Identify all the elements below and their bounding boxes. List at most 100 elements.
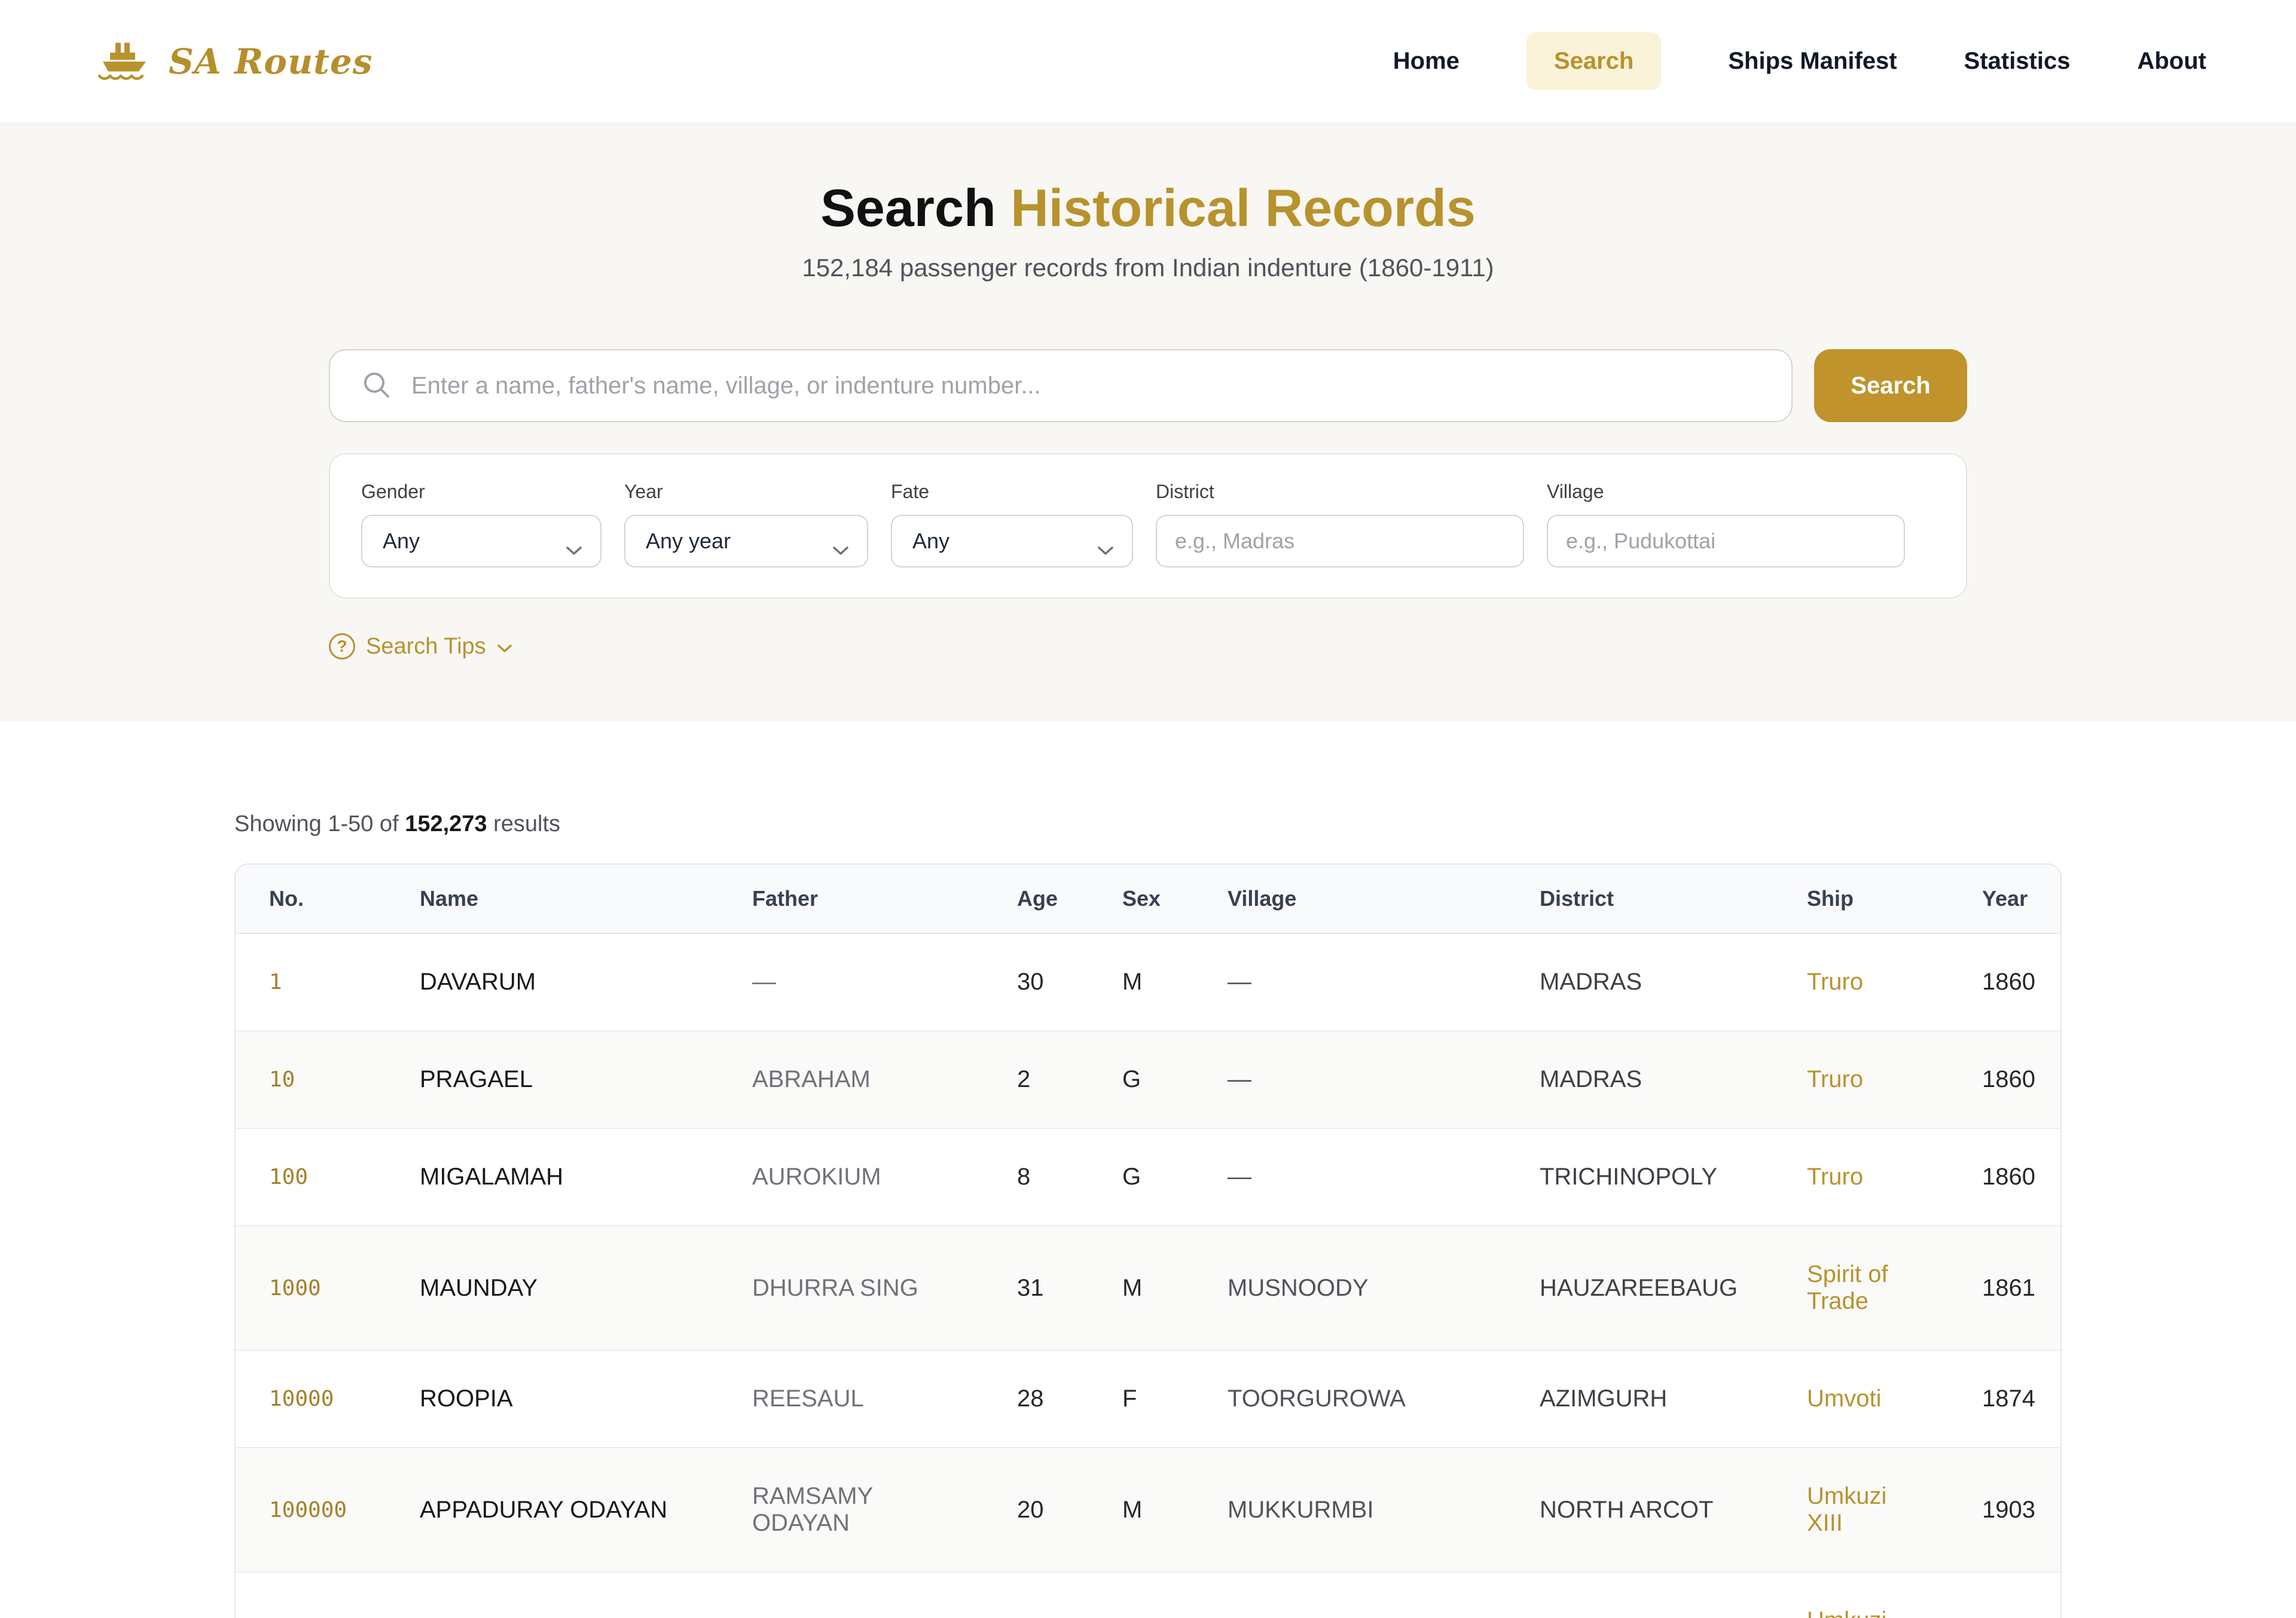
table-header-row: No.NameFatherAgeSexVillageDistrictShipYe… (236, 865, 2060, 934)
cell-ship[interactable]: Spirit of Trade (1807, 1225, 1982, 1350)
column-header-name: Name (420, 865, 752, 934)
filter-group-district: District (1156, 481, 1524, 567)
cell-year: 1860 (1982, 934, 2060, 1030)
brand-logo[interactable]: SA Routes (96, 38, 373, 84)
page-subtitle: 152,184 passenger records from Indian in… (0, 254, 2296, 282)
filter-label: District (1156, 481, 1524, 503)
cell-no[interactable]: 10 (236, 1030, 420, 1128)
cell-name: MIGALAMAH (420, 1128, 752, 1225)
search-button[interactable]: Search (1814, 349, 1967, 422)
cell-ship[interactable]: Truro (1807, 934, 1982, 1030)
cell-year: 1861 (1982, 1225, 2060, 1350)
magnifier-icon (361, 370, 392, 404)
filter-label: Year (624, 481, 868, 503)
nav-item-ships-manifest[interactable]: Ships Manifest (1728, 48, 1897, 75)
cell-father: RAMSAMY ODAYAN (752, 1447, 1017, 1571)
table-row[interactable]: Umkuzi (236, 1571, 2060, 1618)
cell-father (752, 1571, 1017, 1618)
search-input[interactable] (329, 349, 1793, 422)
results-summary-prefix: Showing 1-50 of (234, 811, 405, 837)
column-header-no: No. (236, 865, 420, 934)
cell-father: AUROKIUM (752, 1128, 1017, 1225)
page-title-prefix: Search (820, 178, 996, 237)
column-header-age: Age (1017, 865, 1122, 934)
village-input[interactable] (1547, 515, 1905, 567)
results-table-card: No.NameFatherAgeSexVillageDistrictShipYe… (234, 863, 2062, 1618)
filter-label: Fate (891, 481, 1133, 503)
cell-village: — (1228, 1030, 1540, 1128)
cell-district: NORTH ARCOT (1540, 1447, 1807, 1571)
nav-item-search[interactable]: Search (1526, 32, 1661, 90)
table-row[interactable]: 100MIGALAMAHAUROKIUM8G—TRICHINOPOLYTruro… (236, 1128, 2060, 1225)
chevron-down-icon (832, 536, 849, 561)
cell-no[interactable]: 100000 (236, 1447, 420, 1571)
cell-age: 31 (1017, 1225, 1122, 1350)
search-box (329, 349, 1793, 422)
cell-no[interactable]: 1 (236, 934, 420, 1030)
cell-district: MADRAS (1540, 1030, 1807, 1128)
select-value: Any (383, 529, 420, 554)
year-select[interactable]: Any year (624, 515, 868, 567)
table-row[interactable]: 10000ROOPIAREESAUL28FTOORGUROWAAZIMGURHU… (236, 1350, 2060, 1447)
cell-sex: M (1122, 1225, 1228, 1350)
cell-district: AZIMGURH (1540, 1350, 1807, 1447)
cell-age: 30 (1017, 934, 1122, 1030)
filter-label: Village (1547, 481, 1905, 503)
cell-age: 20 (1017, 1447, 1122, 1571)
cell-no[interactable]: 100 (236, 1128, 420, 1225)
cell-name: PRAGAEL (420, 1030, 752, 1128)
table-row[interactable]: 1DAVARUM—30M—MADRASTruro1860 (236, 934, 2060, 1030)
cell-year: 1860 (1982, 1030, 2060, 1128)
cell-ship[interactable]: Truro (1807, 1030, 1982, 1128)
brand-name: SA Routes (169, 41, 373, 82)
cell-no[interactable]: 1000 (236, 1225, 420, 1350)
cell-name: DAVARUM (420, 934, 752, 1030)
cell-age: 8 (1017, 1128, 1122, 1225)
filter-group-village: Village (1547, 481, 1905, 567)
cell-sex: F (1122, 1350, 1228, 1447)
select-value: Any year (646, 529, 731, 554)
cell-father: REESAUL (752, 1350, 1017, 1447)
filter-label: Gender (361, 481, 602, 503)
page-title-accent: Historical Records (1010, 178, 1476, 237)
cell-village: TOORGUROWA (1228, 1350, 1540, 1447)
cell-village: — (1228, 1128, 1540, 1225)
cell-ship[interactable]: Umkuzi XIII (1807, 1447, 1982, 1571)
cell-sex: M (1122, 1447, 1228, 1571)
header: SA Routes Home Search Ships Manifest Statis… (0, 0, 2296, 123)
cell-village: MUKKURMBI (1228, 1447, 1540, 1571)
cell-age (1017, 1571, 1122, 1618)
nav-item-home[interactable]: Home (1393, 48, 1460, 75)
cell-no[interactable] (236, 1571, 420, 1618)
filter-group-fate: Fate Any (891, 481, 1133, 567)
cell-sex (1122, 1571, 1228, 1618)
search-row: Search (329, 349, 1967, 422)
cell-ship[interactable]: Truro (1807, 1128, 1982, 1225)
cell-ship[interactable]: Umkuzi (1807, 1571, 1982, 1618)
cell-age: 2 (1017, 1030, 1122, 1128)
nav-item-statistics[interactable]: Statistics (1964, 48, 2071, 75)
cell-age: 28 (1017, 1350, 1122, 1447)
filter-group-year: Year Any year (624, 481, 868, 567)
table-row[interactable]: 10PRAGAELABRAHAM2G—MADRASTruro1860 (236, 1030, 2060, 1128)
search-tips-toggle[interactable]: ? Search Tips (329, 633, 1967, 660)
cell-sex: G (1122, 1128, 1228, 1225)
column-header-ship: Ship (1807, 865, 1982, 934)
cell-district: TRICHINOPOLY (1540, 1128, 1807, 1225)
cell-father: — (752, 934, 1017, 1030)
cell-year: 1903 (1982, 1447, 2060, 1571)
cell-father: DHURRA SING (752, 1225, 1017, 1350)
search-tips-label: Search Tips (366, 634, 486, 660)
table-row[interactable]: 1000MAUNDAYDHURRA SING31MMUSNOODYHAUZARE… (236, 1225, 2060, 1350)
cell-no[interactable]: 10000 (236, 1350, 420, 1447)
nav-item-about[interactable]: About (2137, 48, 2206, 75)
gender-select[interactable]: Any (361, 515, 602, 567)
cell-ship[interactable]: Umvoti (1807, 1350, 1982, 1447)
ship-icon (96, 38, 153, 84)
table-row[interactable]: 100000APPADURAY ODAYANRAMSAMY ODAYAN20MM… (236, 1447, 2060, 1571)
fate-select[interactable]: Any (891, 515, 1133, 567)
cell-district: HAUZAREEBAUG (1540, 1225, 1807, 1350)
district-input[interactable] (1156, 515, 1524, 567)
cell-district: MADRAS (1540, 934, 1807, 1030)
cell-father: ABRAHAM (752, 1030, 1017, 1128)
